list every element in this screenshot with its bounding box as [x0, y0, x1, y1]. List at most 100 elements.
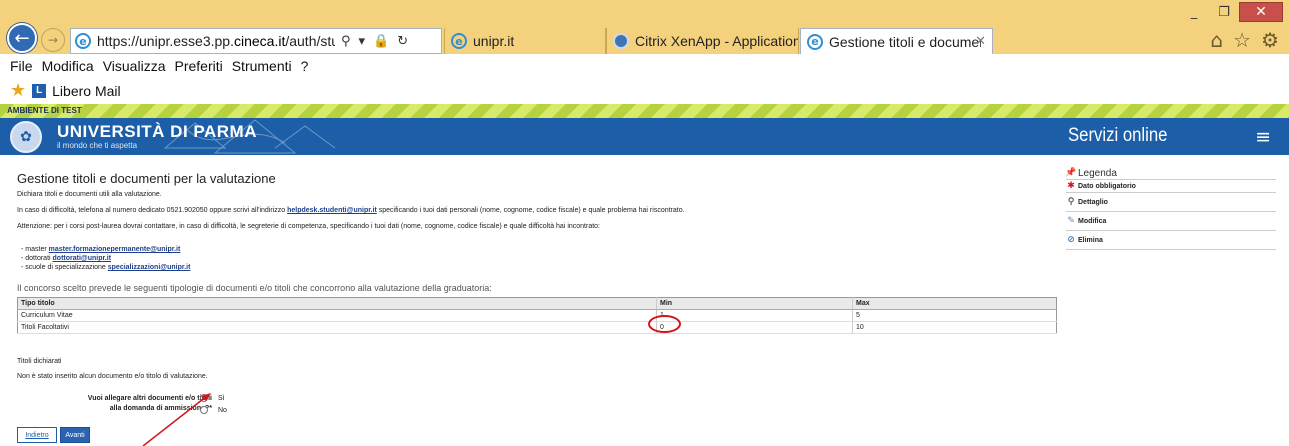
university-seal-logo[interactable]: ✿: [10, 121, 42, 153]
list-item: - dottorati dottorati@unipr.it: [21, 255, 112, 262]
menu-strumenti[interactable]: Strumenti: [232, 58, 292, 74]
attach-question-label: Vuoi allegare altri documenti e/o titoli…: [87, 395, 212, 412]
edit-icon: ✎: [1067, 216, 1075, 226]
attention-text: Attenzione: per i corsi post-laurea dovr…: [17, 223, 601, 230]
magnifier-icon: ⚲: [1067, 197, 1075, 207]
option-no[interactable]: No: [200, 406, 227, 414]
cell-tipo: Titoli Facoltativi: [17, 321, 657, 334]
legend-label: Dato obbligatorio: [1078, 182, 1136, 190]
radio-no[interactable]: [200, 406, 208, 414]
home-icon[interactable]: ⌂: [1210, 28, 1223, 52]
header-tipo-titolo: Tipo titolo: [17, 297, 657, 310]
ie-icon: e: [807, 33, 823, 50]
tab-label: Citrix XenApp - Applications: [635, 33, 798, 49]
legend-panel: 📌 Legenda ✱ Dato obbligatorio ⚲ Dettagli…: [1065, 167, 1276, 250]
radio-si[interactable]: [200, 394, 208, 402]
favorites-bar: ★ L Libero Mail: [0, 78, 1289, 103]
header-min: Min: [656, 297, 853, 310]
option-no-label: No: [218, 406, 227, 414]
cell-min: 0: [656, 321, 853, 334]
help-text: In caso di difficoltà, telefona al numer…: [17, 207, 685, 214]
dottorati-email-link[interactable]: dottorati@unipr.it: [53, 255, 112, 262]
browser-titlebar: _ ❐ ✕ ← → e https://unipr.esse3.pp.cinec…: [0, 0, 1289, 54]
next-button[interactable]: Avanti: [60, 427, 90, 443]
refresh-icon[interactable]: ↻: [397, 34, 408, 49]
lock-icon[interactable]: 🔒: [373, 34, 389, 49]
menu-visualizza[interactable]: Visualizza: [103, 58, 166, 74]
back-button[interactable]: Indietro: [17, 427, 57, 443]
tab-citrix[interactable]: Citrix XenApp - Applications: [606, 28, 799, 54]
option-si-label: Sì: [218, 394, 225, 402]
libero-icon: L: [32, 83, 47, 98]
page-title: Gestione titoli e documenti per la valut…: [17, 171, 276, 186]
url-text[interactable]: https://unipr.esse3.pp.cineca.it/auth/st…: [97, 33, 335, 49]
contacts-list: - master master.formazionepermanente@uni…: [21, 245, 190, 272]
table-intro: Il concorso scelto prevede le seguenti t…: [17, 283, 492, 293]
university-tagline: il mondo che ti aspetta: [57, 141, 138, 150]
menu-preferiti[interactable]: Preferiti: [174, 58, 222, 74]
tab-unipr[interactable]: e unipr.it: [444, 28, 606, 54]
cell-max: 10: [852, 321, 1057, 334]
favorite-libero-mail[interactable]: Libero Mail: [52, 83, 120, 99]
minimize-button[interactable]: _: [1179, 2, 1209, 22]
delete-icon: ⊘: [1067, 235, 1075, 245]
hamburger-menu-icon[interactable]: ≡: [1255, 126, 1271, 148]
legend-item-delete: ⊘ Elimina: [1066, 231, 1276, 250]
legend-label: Dettaglio: [1078, 198, 1108, 206]
titles-table: Tipo titolo Min Max Curriculum Vitae 1 5…: [17, 297, 1057, 334]
menu-bar: File Modifica Visualizza Preferiti Strum…: [0, 54, 1289, 78]
table-header-row: Tipo titolo Min Max: [17, 297, 1057, 310]
declared-empty-message: Non è stato inserito alcun documento e/o…: [17, 373, 208, 380]
menu-file[interactable]: File: [10, 58, 33, 74]
window-controls: _ ❐ ✕: [1179, 2, 1283, 22]
legend-label: Modifica: [1078, 217, 1107, 225]
master-email-link[interactable]: master.formazionepermanente@unipr.it: [49, 246, 181, 253]
address-bar[interactable]: e https://unipr.esse3.pp.cineca.it/auth/…: [70, 28, 442, 54]
menu-help[interactable]: ?: [301, 58, 309, 74]
help-text-after: specificando i tuoi dati personali (nome…: [376, 207, 685, 214]
forward-arrow-icon[interactable]: →: [41, 28, 65, 52]
list-item: - master master.formazionepermanente@uni…: [21, 246, 181, 253]
intro-text: Dichiara titoli e documenti utili alla v…: [17, 191, 162, 198]
legend-item-required: ✱ Dato obbligatorio: [1066, 180, 1276, 193]
address-tools: ⚲ ▾ 🔒 ↻: [341, 34, 408, 49]
tab-label: Gestione titoli e documenti ...: [829, 33, 981, 50]
tab-label: unipr.it: [473, 33, 515, 49]
header-max: Max: [852, 297, 1057, 310]
legend-title: 📌 Legenda: [1065, 167, 1276, 180]
test-environment-banner: AMBIENTE DI TEST: [0, 104, 1289, 118]
university-name[interactable]: UNIVERSITÀ DI PARMA: [57, 122, 257, 142]
option-si[interactable]: Sì: [200, 394, 225, 402]
declared-heading: Titoli dichiarati: [17, 358, 62, 365]
pin-icon: 📌: [1065, 168, 1077, 178]
cell-min: 1: [656, 309, 853, 322]
required-star-icon: ✱: [1067, 181, 1075, 191]
legend-item-edit: ✎ Modifica: [1066, 212, 1276, 231]
cell-max: 5: [852, 309, 1057, 322]
tab-gestione-titoli[interactable]: e Gestione titoli e documenti ... ✕: [800, 28, 993, 54]
back-arrow-icon[interactable]: ←: [7, 23, 37, 53]
gear-icon[interactable]: ⚙: [1261, 28, 1279, 52]
help-text-before: In caso di difficoltà, telefona al numer…: [17, 207, 288, 214]
legend-label: Elimina: [1078, 236, 1103, 244]
add-favorite-star-icon[interactable]: ★: [10, 80, 26, 101]
favorites-star-icon[interactable]: ☆: [1233, 28, 1251, 52]
dropdown-icon[interactable]: ▾: [359, 34, 366, 49]
search-icon[interactable]: ⚲: [341, 34, 351, 49]
table-row: Curriculum Vitae 1 5: [17, 309, 1057, 322]
browser-right-icons: ⌂ ☆ ⚙: [1210, 28, 1279, 52]
helpdesk-email-link[interactable]: helpdesk.studenti@unipr.it: [287, 207, 377, 214]
maximize-button[interactable]: ❐: [1209, 2, 1239, 22]
site-header: ✿ UNIVERSITÀ DI PARMA il mondo che ti as…: [0, 118, 1289, 155]
legend-title-text: Legenda: [1078, 167, 1117, 179]
annotation-red-circle: [648, 315, 681, 333]
tab-close-icon[interactable]: ✕: [975, 34, 986, 49]
specializzazioni-email-link[interactable]: specializzazioni@unipr.it: [108, 264, 191, 271]
cell-tipo: Curriculum Vitae: [17, 309, 657, 322]
close-button[interactable]: ✕: [1239, 2, 1283, 22]
menu-modifica[interactable]: Modifica: [42, 58, 94, 74]
citrix-icon: [613, 33, 629, 49]
legend-item-detail: ⚲ Dettaglio: [1066, 193, 1276, 212]
list-item: - scuole di specializzazione specializza…: [21, 264, 191, 271]
ie-icon: e: [451, 33, 467, 49]
